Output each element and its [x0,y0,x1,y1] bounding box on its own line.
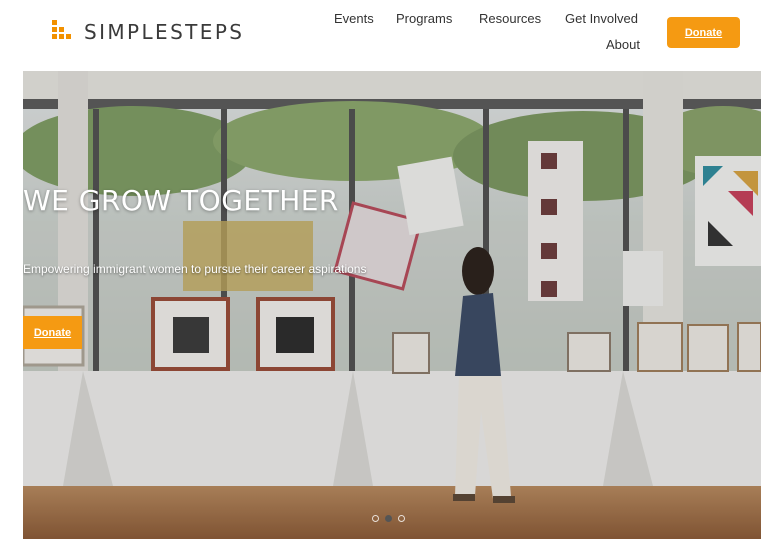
site-logo[interactable]: SIMPLESTEPS [52,18,244,46]
slider-dot-1[interactable] [372,515,379,522]
hero-slider: WE GROW TOGETHER Empowering immigrant wo… [23,71,761,539]
hero-donate-button[interactable]: Donate [23,316,82,349]
header-donate-button[interactable]: Donate [667,17,740,48]
slider-dot-3[interactable] [398,515,405,522]
hero-subtitle: Empowering immigrant women to pursue the… [23,262,367,276]
brand-name: SIMPLESTEPS [84,20,245,44]
nav-link-events[interactable]: Events [334,11,374,26]
nav-link-about[interactable]: About [606,37,640,52]
hero-title: WE GROW TOGETHER [23,184,339,217]
nav-link-programs[interactable]: Programs [396,11,452,26]
nav-link-resources[interactable]: Resources [479,11,541,26]
slider-dots [372,515,405,522]
nav-link-get-involved[interactable]: Get Involved [565,11,638,26]
main-navigation: Events Programs Resources Get Involved A… [325,0,655,60]
stepped-squares-logo-icon [52,20,74,44]
slider-dot-2[interactable] [385,515,392,522]
